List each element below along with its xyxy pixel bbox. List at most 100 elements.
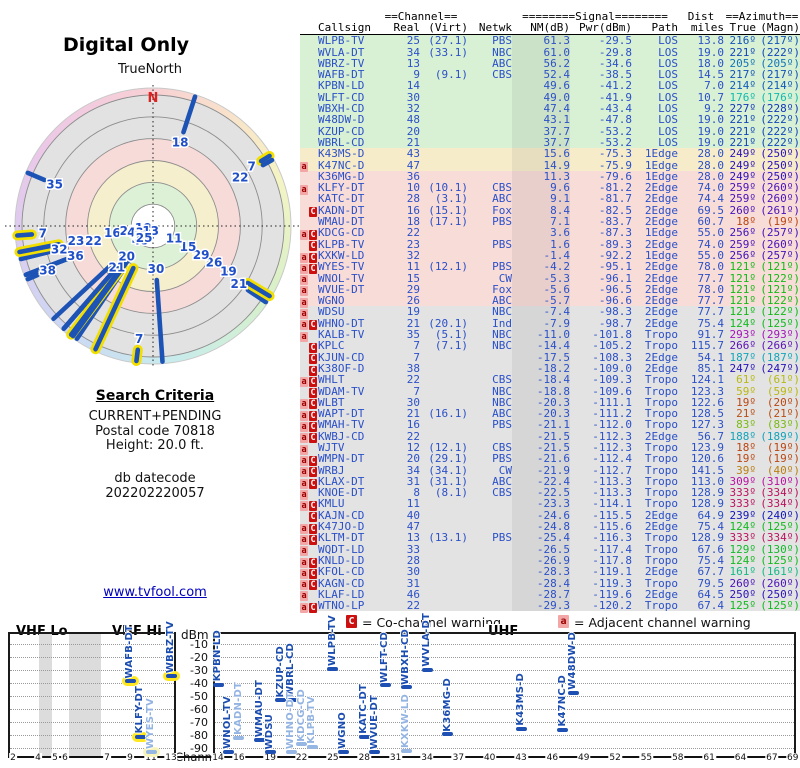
cell-warnings: aC bbox=[300, 555, 318, 568]
cell-warnings bbox=[300, 137, 318, 148]
cell-warnings: aC bbox=[300, 453, 318, 466]
cell-real: 22 bbox=[406, 373, 420, 387]
cell-warnings: aC bbox=[300, 431, 318, 444]
cell-magn: (83º) bbox=[766, 418, 800, 432]
cell-callsign: WMPN-DT bbox=[318, 452, 365, 466]
station-bar-label: WYES-TV bbox=[145, 698, 156, 749]
cell-pwr: -119.1 bbox=[592, 565, 632, 579]
cell-netwk: PBS bbox=[492, 34, 512, 48]
table-row: a C WMAH-TV 16 PBS -21.1 -112.0 Tropo 127.3 83º (8… bbox=[300, 418, 800, 433]
radar-channel-label: 22 bbox=[85, 234, 102, 248]
signal-bar bbox=[421, 667, 433, 672]
search-criteria-lines: CURRENT+PENDING Postal code 70818 Height… bbox=[20, 409, 290, 454]
cell-warnings: aC bbox=[300, 318, 318, 331]
cell-warnings: a bbox=[300, 273, 318, 286]
cell-warnings: a bbox=[300, 329, 318, 342]
cell-path: 2Edge bbox=[644, 565, 678, 579]
channel-tick-label: 67 bbox=[765, 753, 779, 763]
cell-miles: 55.0 bbox=[697, 226, 725, 240]
cell-warnings: aC bbox=[300, 465, 318, 478]
cell-netwk: PBS bbox=[492, 237, 512, 251]
col-miles: miles bbox=[690, 21, 724, 35]
channel-tick-label: 34 bbox=[420, 753, 434, 763]
radar-channel-label: 16 bbox=[104, 226, 121, 240]
cell-true: 83º bbox=[736, 418, 756, 432]
cell-warnings bbox=[300, 80, 318, 91]
cell-netwk: CBS bbox=[492, 68, 512, 82]
cell-magn: (125º) bbox=[760, 599, 800, 613]
cell-virt bbox=[420, 137, 468, 148]
cell-warnings bbox=[300, 193, 318, 204]
cell-virt: (7.1) bbox=[434, 339, 468, 353]
cell-nm: -21.1 bbox=[512, 419, 570, 431]
signal-bar bbox=[567, 691, 579, 696]
cell-warnings bbox=[300, 35, 318, 46]
cell-path: 2Edge bbox=[644, 260, 678, 274]
radar-plot: 7223877352119262915113223 221816281036474… bbox=[5, 85, 301, 367]
signal-bar bbox=[306, 745, 318, 750]
cell-real: 22 bbox=[406, 599, 420, 613]
station-bar-label: WBXH-CD bbox=[400, 628, 412, 685]
cell-netwk: PBS bbox=[492, 531, 512, 545]
dbm-tick-label: -20 bbox=[190, 651, 208, 664]
cell-nm: -18.4 bbox=[512, 374, 570, 386]
cell-magn: (61º) bbox=[766, 373, 800, 387]
tvfool-link[interactable]: www.tvfool.com bbox=[103, 585, 207, 600]
plot-title: Digital Only bbox=[62, 34, 189, 56]
cell-warnings: aC bbox=[300, 250, 318, 263]
cell-netwk bbox=[468, 160, 512, 171]
dbm-tick-label: -90 bbox=[190, 742, 208, 755]
cell-warnings: C bbox=[300, 363, 318, 376]
cell-magn: (250º) bbox=[760, 147, 800, 161]
cell-real: 13 bbox=[406, 531, 420, 545]
channel-tick-label: 49 bbox=[577, 753, 591, 763]
cell-callsign: KFOL-CD bbox=[318, 565, 365, 579]
cell-true: 121º bbox=[729, 260, 757, 274]
cell-warnings bbox=[300, 114, 318, 125]
cell-netwk bbox=[468, 114, 512, 125]
cell-warnings: aC bbox=[300, 397, 318, 410]
signal-bar bbox=[222, 750, 234, 754]
cell-true: 19º bbox=[736, 452, 756, 466]
cell-callsign: KLTM-DT bbox=[318, 531, 365, 545]
radar-channel-label: 7 bbox=[135, 332, 143, 346]
station-bar-label: WAFB-DT bbox=[124, 624, 135, 679]
cell-warnings: aC bbox=[300, 374, 318, 387]
cell-callsign: WHLT bbox=[318, 373, 345, 387]
channel-tick-label: 2 bbox=[9, 753, 17, 763]
cell-path: 1Edge bbox=[644, 226, 678, 240]
table-row: C KPLC 7 (7.1) NBC -14.4 -105.2 Tropo 115.7 266º(… bbox=[300, 339, 800, 353]
col-virt: (Virt) bbox=[428, 21, 468, 35]
cell-warnings: a bbox=[300, 589, 318, 602]
channel-tick-label: 22 bbox=[294, 753, 309, 763]
cell-path: Tropo bbox=[644, 418, 678, 432]
cell-netwk bbox=[468, 148, 512, 159]
cell-callsign: W48DW-D bbox=[318, 113, 365, 127]
cell-path: Tropo bbox=[644, 531, 678, 545]
table-row: WLPB-TV 25 (27.1) PBS 61.3 -29.5 LOS 13.8 216º (2… bbox=[300, 34, 800, 48]
cell-virt bbox=[420, 589, 468, 600]
search-mode: CURRENT+PENDING bbox=[88, 409, 222, 424]
cell-virt bbox=[420, 103, 468, 114]
dbm-tick-label: -60 bbox=[190, 703, 208, 716]
cell-nm: -21.6 bbox=[512, 453, 570, 465]
radar-channel-label: 38 bbox=[39, 264, 56, 278]
radar-channel-label: 30 bbox=[148, 262, 165, 276]
cell-virt bbox=[420, 555, 468, 566]
cell-true: 161º bbox=[729, 565, 757, 579]
radar-channel-label: 11 bbox=[166, 232, 183, 246]
cell-miles: 19.0 bbox=[697, 113, 725, 127]
cell-true: 221º bbox=[729, 113, 757, 127]
cell-netwk bbox=[468, 498, 512, 509]
cell-miles: 13.8 bbox=[697, 34, 725, 48]
cell-real: 16 bbox=[406, 418, 420, 432]
cell-pwr: -47.8 bbox=[598, 113, 632, 127]
cell-warnings bbox=[300, 216, 318, 227]
station-bar-label: WLFT-CD bbox=[379, 631, 391, 683]
station-bar-label: WBRL-CD bbox=[285, 643, 297, 698]
station-bar-label: KXKW-LD bbox=[400, 693, 412, 748]
cell-netwk: PBS bbox=[492, 215, 512, 229]
search-criteria-title: Search Criteria bbox=[95, 388, 215, 404]
cell-warnings bbox=[300, 126, 318, 137]
station-bar-label: WVUE-DT bbox=[368, 694, 380, 749]
